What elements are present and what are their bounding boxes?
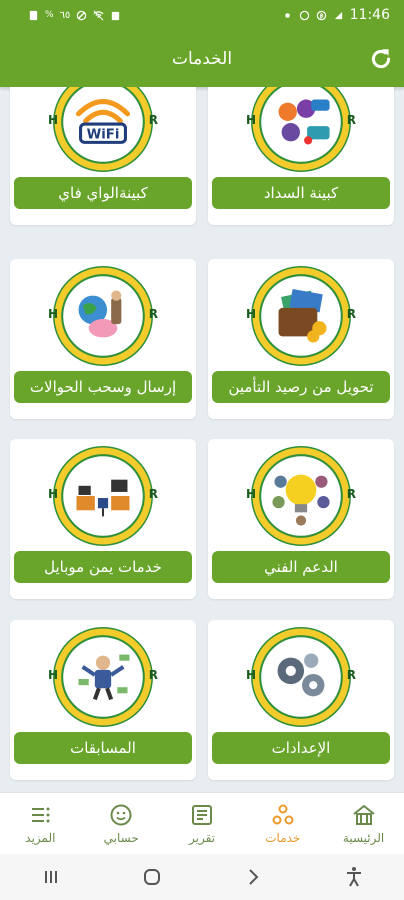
logo-letter-left: H xyxy=(48,113,59,127)
blocked-icon xyxy=(77,10,87,20)
notification-icon xyxy=(112,11,120,20)
money-man-logo xyxy=(53,627,153,727)
signal-icon xyxy=(334,11,342,19)
service-card[interactable]: H R تحويل من رصيد التأمين xyxy=(208,259,394,419)
service-card[interactable]: H R خدمات يمن موبايل xyxy=(10,439,196,599)
nav-item-home[interactable]: الرئيسية xyxy=(323,793,404,854)
logo-letter-left: H xyxy=(246,668,257,682)
service-card[interactable]: H R كبينة السداد xyxy=(208,87,394,225)
refresh-icon[interactable] xyxy=(368,46,394,72)
globe-piggybank-logo xyxy=(53,266,153,366)
logo-letter-left: H xyxy=(48,487,59,501)
service-button-yemen-mobile[interactable]: خدمات يمن موبايل xyxy=(14,551,192,583)
wifi-status-icon xyxy=(93,10,104,20)
services-grid: H R كبينة السداد WiFi H R كبينةالواي فاي xyxy=(0,87,404,792)
svg-text:WiFi: WiFi xyxy=(87,127,120,142)
accessibility-icon[interactable] xyxy=(342,865,366,889)
battery-saver-text: ٦٥ xyxy=(59,9,71,21)
nav-item-account[interactable]: حسابي xyxy=(81,793,162,854)
status-left: % ٦٥ xyxy=(28,10,121,21)
status-time: 11:46 xyxy=(349,7,390,23)
more-icon xyxy=(32,807,50,822)
logo-letter-right: R xyxy=(346,668,356,682)
page-title: الخدمات xyxy=(171,48,233,69)
service-button-remittances[interactable]: إرسال وسحب الحوالات xyxy=(14,371,192,403)
home-button-icon[interactable] xyxy=(140,865,164,889)
logo-letter-left: H xyxy=(246,487,257,501)
bluetooth-icon xyxy=(316,10,326,20)
service-card[interactable]: WiFi H R كبينةالواي فاي xyxy=(10,87,196,225)
system-nav-bar xyxy=(0,854,404,900)
nav-label: الرئيسية xyxy=(342,830,385,845)
office-desks-logo xyxy=(53,446,153,546)
data-percent-text: % xyxy=(45,10,54,20)
logo-letter-right: R xyxy=(346,487,356,501)
service-card[interactable]: H R المسابقات xyxy=(10,620,196,780)
status-bar: % ٦٥ 11:46 xyxy=(0,0,404,30)
gears-logo xyxy=(251,627,351,727)
logo-letter-right: R xyxy=(346,307,356,321)
wifi-logo: WiFi xyxy=(53,87,153,172)
service-button-settings[interactable]: الإعدادات xyxy=(212,732,390,764)
service-button-competitions[interactable]: المسابقات xyxy=(14,732,192,764)
alarm-icon xyxy=(299,10,309,20)
service-card[interactable]: H R الدعم الفني xyxy=(208,439,394,599)
nav-label: حسابي xyxy=(103,830,139,845)
logo-letter-right: R xyxy=(346,113,356,127)
home-icon xyxy=(352,804,375,825)
nav-item-report[interactable]: تقرير xyxy=(162,793,243,854)
logo-letter-left: H xyxy=(48,668,59,682)
services-icon xyxy=(272,804,294,824)
lightbulb-team-logo xyxy=(251,446,351,546)
payment-brands-logo xyxy=(251,87,351,172)
logo-letter-left: H xyxy=(48,307,59,321)
sim-icon xyxy=(29,10,38,20)
service-card[interactable]: H R إرسال وسحب الحوالات xyxy=(10,259,196,419)
nav-item-services[interactable]: خدمات xyxy=(242,793,323,854)
logo-letter-left: H xyxy=(246,113,257,127)
wallet-money-logo xyxy=(251,266,351,366)
logo-letter-right: R xyxy=(148,487,158,501)
report-icon xyxy=(191,804,212,825)
logo-letter-right: R xyxy=(148,113,158,127)
service-button-wifi[interactable]: كبينةالواي فاي xyxy=(14,177,192,209)
nav-label: خدمات xyxy=(265,830,301,845)
dot-icon xyxy=(284,12,290,18)
back-icon[interactable] xyxy=(241,865,265,889)
nav-item-more[interactable]: المزيد xyxy=(0,793,81,854)
app-bar: الخدمات xyxy=(0,30,404,87)
smile-icon xyxy=(110,804,132,825)
logo-letter-left: H xyxy=(246,307,257,321)
nav-label: المزيد xyxy=(25,830,56,845)
nav-label: تقرير xyxy=(188,830,215,845)
logo-letter-right: R xyxy=(148,668,158,682)
bottom-nav: المزيد حسابي تقرير خدمات الرئيسية xyxy=(0,792,404,854)
service-button-sadad[interactable]: كبينة السداد xyxy=(212,177,390,209)
service-button-insurance-transfer[interactable]: تحويل من رصيد التأمين xyxy=(212,371,390,403)
service-button-support[interactable]: الدعم الفني xyxy=(212,551,390,583)
status-right: 11:46 xyxy=(282,7,390,23)
service-card[interactable]: H R الإعدادات xyxy=(208,620,394,780)
logo-letter-right: R xyxy=(148,307,158,321)
recent-apps-icon[interactable] xyxy=(39,865,63,889)
